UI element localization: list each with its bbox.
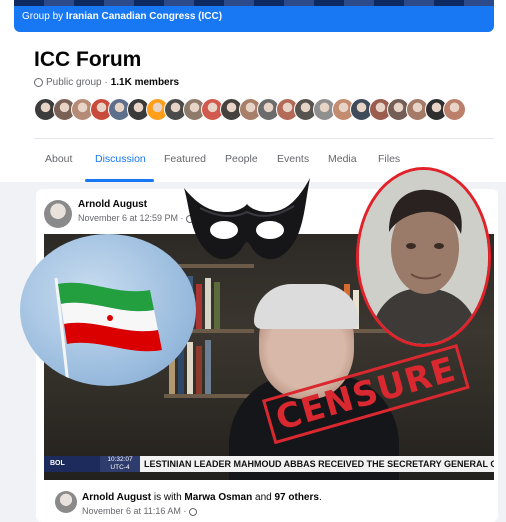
news-ticker: BOL 10:32:07 UTC-4 LESTINIAN LEADER MAHM… (44, 456, 494, 472)
flag-image (20, 234, 196, 386)
tab-about[interactable]: About (45, 153, 72, 165)
book (214, 282, 220, 329)
book (205, 278, 211, 329)
tab-featured[interactable]: Featured (164, 153, 206, 165)
period: . (318, 492, 322, 503)
post-author-avatar[interactable] (44, 200, 72, 228)
shared-author-avatar[interactable] (55, 491, 77, 513)
book (187, 342, 193, 394)
tab-people[interactable]: People (225, 153, 258, 165)
portrait-face (359, 170, 488, 344)
ticker-headline: LESTINIAN LEADER MAHMOUD ABBAS RECEIVED … (144, 459, 494, 469)
shared-author-name[interactable]: Arnold August (82, 492, 151, 503)
iran-flag-icon (54, 277, 162, 385)
post-timestamp[interactable]: November 6 at 12:59 PM · (78, 213, 195, 223)
member-count[interactable]: 1.1K members (111, 77, 179, 88)
with-text: is with (153, 492, 182, 503)
portrait-image (356, 167, 491, 347)
member-avatar-row[interactable] (34, 98, 484, 122)
masquerade-mask-icon (184, 178, 310, 260)
globe-icon (34, 78, 43, 87)
and-text: and (255, 492, 272, 503)
group-privacy: Public group · (46, 77, 108, 88)
tab-files[interactable]: Files (378, 153, 400, 165)
ticker-clock: 10:32:07 UTC-4 (100, 456, 140, 472)
banner-org-link[interactable]: Iranian Canadian Congress (ICC) (66, 11, 222, 22)
shared-post-header: Arnold August is with Marwa Osman and 97… (82, 492, 322, 503)
page-title: ICC Forum (34, 48, 142, 71)
cover-image-strip (14, 0, 494, 6)
tab-events[interactable]: Events (277, 153, 309, 165)
book (205, 340, 211, 394)
member-avatar[interactable] (443, 98, 467, 121)
ticker-clock-zone: UTC-4 (110, 464, 130, 471)
bookshelf (164, 394, 254, 398)
shared-time-text: November 6 at 11:16 AM · (82, 506, 187, 516)
book (196, 346, 202, 394)
channel-logo: BOL (44, 456, 100, 472)
privacy-icon (188, 507, 197, 516)
shared-post-timestamp[interactable]: November 6 at 11:16 AM · (82, 506, 197, 516)
tab-discussion[interactable]: Discussion (95, 153, 146, 165)
tagged-others[interactable]: 97 others (274, 492, 318, 503)
group-banner[interactable]: Group by Iranian Canadian Congress (ICC) (14, 0, 494, 32)
tab-media[interactable]: Media (328, 153, 357, 165)
group-meta: Public group · 1.1K members (34, 77, 179, 88)
post-author-name[interactable]: Arnold August (78, 199, 147, 210)
tagged-person[interactable]: Marwa Osman (184, 492, 252, 503)
post-time-text: November 6 at 12:59 PM · (78, 213, 184, 223)
ticker-clock-time: 10:32:07 (107, 456, 133, 463)
banner-prefix: Group by (22, 11, 64, 22)
speaker-hair (254, 284, 359, 329)
book (196, 284, 202, 329)
